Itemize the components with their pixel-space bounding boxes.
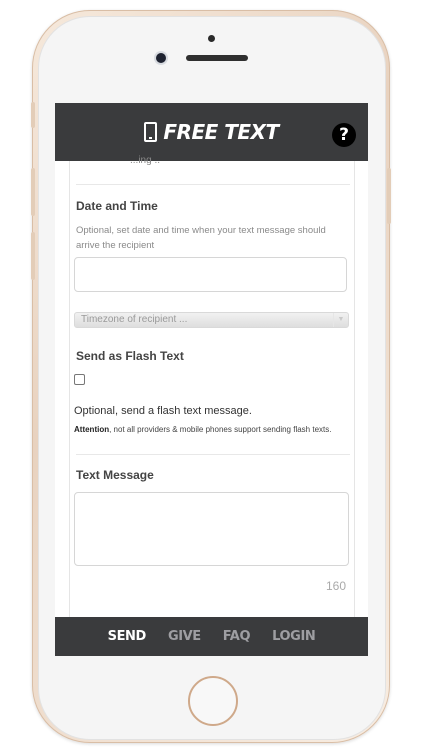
attention-text: , not all providers & mobile phones supp… xyxy=(109,425,332,434)
character-counter: 160 xyxy=(325,579,346,593)
bottom-nav: SEND GIVE FAQ LOGIN xyxy=(55,617,368,656)
brand-logo: FREE TEXT xyxy=(55,103,368,161)
phone-icon xyxy=(144,122,158,142)
date-time-input[interactable] xyxy=(74,257,347,292)
home-button[interactable] xyxy=(188,676,238,726)
form-panel: ...ing .. Date and Time Optional, set da… xyxy=(69,155,355,617)
top-bar: FREE TEXT ? xyxy=(55,103,368,161)
volume-up-button xyxy=(31,168,35,216)
chevron-down-icon: ▼ xyxy=(333,313,348,327)
date-time-label: Date and Time xyxy=(76,199,158,213)
front-camera xyxy=(156,53,166,63)
nav-send[interactable]: SEND xyxy=(108,629,147,644)
cut-off-text: ...ing .. xyxy=(130,155,161,166)
brand-title: FREE TEXT xyxy=(163,120,279,144)
flash-attention-note: Attention, not all providers & mobile ph… xyxy=(74,425,331,434)
text-message-label: Text Message xyxy=(76,468,154,482)
divider xyxy=(76,454,350,455)
date-time-hint: Optional, set date and time when your te… xyxy=(76,225,326,251)
flash-checkbox[interactable] xyxy=(74,374,85,385)
timezone-select-value: Timezone of recipient ... xyxy=(81,314,188,325)
proximity-sensor xyxy=(208,35,215,42)
power-button xyxy=(387,168,391,224)
app-screen: FREE TEXT ? ...ing .. Date and Time Opti… xyxy=(55,103,368,656)
nav-faq[interactable]: FAQ xyxy=(223,629,251,644)
help-icon[interactable]: ? xyxy=(332,123,356,147)
timezone-select[interactable]: Timezone of recipient ... ▼ xyxy=(74,312,349,328)
nav-give[interactable]: GIVE xyxy=(168,629,201,644)
flash-description: Optional, send a flash text message. xyxy=(74,405,252,417)
text-message-input[interactable] xyxy=(74,492,349,566)
volume-down-button xyxy=(31,232,35,280)
nav-login[interactable]: LOGIN xyxy=(272,629,316,644)
divider xyxy=(76,184,350,185)
mute-switch xyxy=(31,102,35,128)
attention-label: Attention xyxy=(74,425,110,434)
flash-label: Send as Flash Text xyxy=(76,349,184,363)
earpiece-speaker xyxy=(186,55,248,61)
